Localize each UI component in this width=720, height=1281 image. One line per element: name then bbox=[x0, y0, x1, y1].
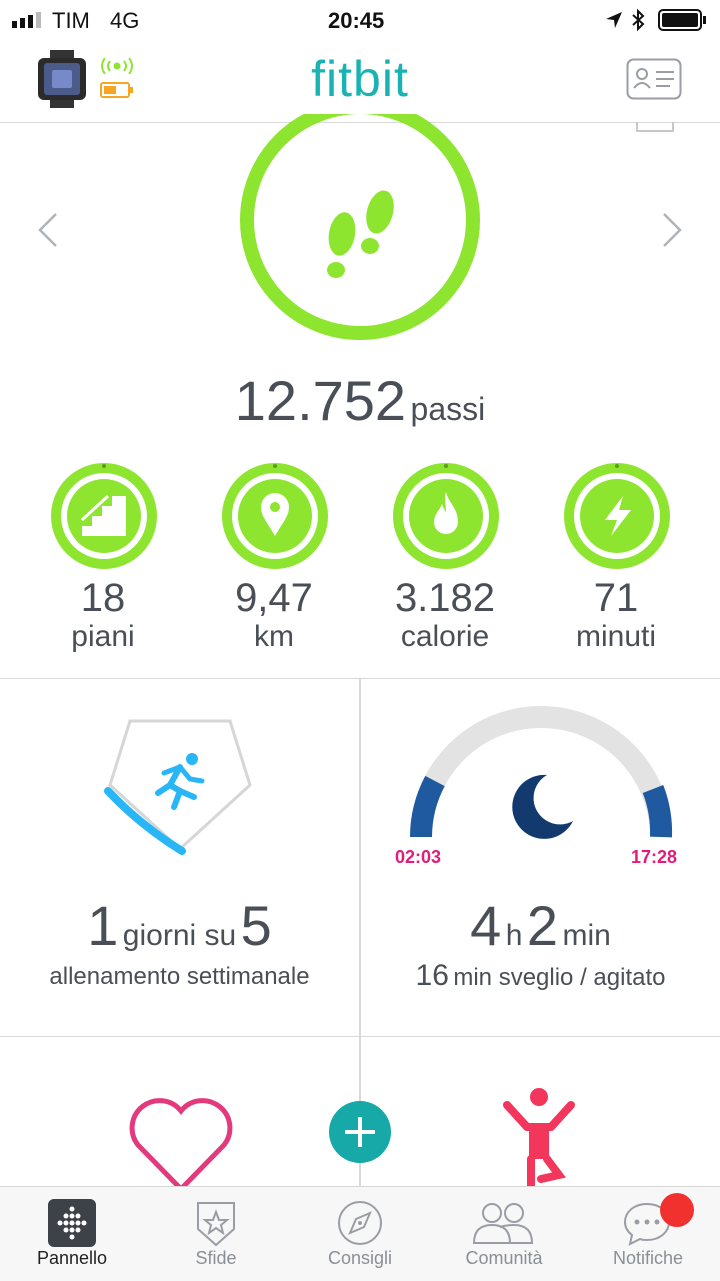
status-bar: TIM 4G 20:45 bbox=[0, 0, 720, 40]
lightning-icon bbox=[605, 496, 631, 536]
clock: 20:45 bbox=[328, 8, 385, 33]
exercise-count: 1 bbox=[87, 894, 119, 957]
tab-pannello[interactable]: Pannello bbox=[0, 1187, 144, 1281]
sleep-awake: 16 min sveglio / agitato bbox=[361, 959, 720, 993]
exercise-label: allenamento settimanale bbox=[49, 963, 310, 990]
floors-value: 18 bbox=[80, 576, 126, 620]
tab-sfide[interactable]: Sfide bbox=[144, 1187, 288, 1281]
tab-label: Notifiche bbox=[612, 1248, 684, 1268]
sleep-awake-value: 16 bbox=[415, 959, 449, 992]
bluetooth-icon bbox=[630, 8, 646, 37]
battery-icon bbox=[658, 8, 708, 37]
challenges-star-icon bbox=[197, 1202, 235, 1247]
metric-distance[interactable]: 9,47 km bbox=[189, 460, 359, 660]
notification-badge bbox=[660, 1193, 694, 1227]
tab-consigli[interactable]: Consigli bbox=[288, 1187, 432, 1281]
heart-icon bbox=[129, 1098, 233, 1186]
steps-value: 12.752 bbox=[234, 369, 407, 432]
metric-floors[interactable]: 18 piani bbox=[18, 460, 188, 660]
tab-label: Pannello bbox=[36, 1248, 108, 1268]
network-label: 4G bbox=[110, 8, 140, 33]
steps-unit: passi bbox=[410, 391, 486, 427]
profile-card-icon[interactable] bbox=[626, 58, 682, 105]
tab-notifiche[interactable]: Notifiche bbox=[576, 1187, 720, 1281]
steps-count: 12.752 passi bbox=[0, 368, 720, 433]
running-person-icon bbox=[155, 753, 205, 810]
calories-unit: calorie bbox=[400, 620, 490, 653]
distance-value: 9,47 bbox=[235, 576, 313, 620]
exercise-card[interactable]: 1 giorni su 5 allenamento settimanale bbox=[0, 679, 359, 1036]
location-pin-icon bbox=[261, 493, 289, 536]
hourly-activity-card[interactable] bbox=[361, 1037, 720, 1186]
bottom-tab-bar: Pannello Sfide Consigli Comunità Notific… bbox=[0, 1186, 720, 1281]
community-icon bbox=[472, 1203, 534, 1244]
sleep-minutes: 2 bbox=[526, 894, 559, 957]
signal-strength-icon bbox=[12, 12, 48, 28]
next-day-chevron-icon[interactable] bbox=[660, 210, 686, 255]
minutes-value: 71 bbox=[593, 576, 639, 620]
calories-value: 3.182 bbox=[394, 576, 496, 620]
location-arrow-icon bbox=[604, 10, 624, 35]
metric-calories[interactable]: 3.182 calorie bbox=[360, 460, 530, 660]
sleep-awake-text: min sveglio / agitato bbox=[453, 964, 666, 991]
heart-rate-card[interactable] bbox=[0, 1037, 359, 1186]
sleep-minutes-unit: min bbox=[562, 919, 611, 952]
floors-unit: piani bbox=[71, 620, 135, 653]
minutes-unit: minuti bbox=[575, 620, 657, 653]
compass-icon bbox=[338, 1201, 382, 1245]
sleep-duration: 4 h 2 min bbox=[361, 893, 720, 958]
standing-person-icon bbox=[503, 1088, 575, 1186]
previous-day-chevron-icon[interactable] bbox=[34, 210, 60, 255]
moon-icon bbox=[512, 774, 573, 839]
app-header: fitbit bbox=[0, 40, 720, 123]
carrier-label: TIM bbox=[52, 8, 90, 33]
flame-icon bbox=[434, 492, 458, 534]
sleep-end-time: 17:28 bbox=[631, 847, 678, 867]
sleep-hours: 4 bbox=[470, 894, 502, 957]
tab-label: Comunità bbox=[465, 1248, 543, 1268]
exercise-goal: 5 bbox=[240, 894, 272, 957]
distance-unit: km bbox=[254, 620, 294, 653]
sleep-start-time: 02:03 bbox=[395, 847, 442, 867]
fitbit-logo: fitbit bbox=[311, 51, 409, 107]
sleep-card[interactable]: 02:03 17:28 4 h 2 min 16 min sveglio / a… bbox=[361, 679, 720, 1036]
metric-active-minutes[interactable]: 71 minuti bbox=[531, 460, 701, 660]
tab-label: Consigli bbox=[327, 1248, 393, 1268]
sleep-hours-unit: h bbox=[505, 919, 523, 952]
stairs-icon bbox=[80, 494, 126, 536]
exercise-middle-text: giorni su bbox=[122, 919, 237, 952]
exercise-summary: 1 giorni su 5 bbox=[0, 893, 359, 958]
footprints-icon bbox=[318, 190, 402, 287]
tab-label: Sfide bbox=[195, 1248, 237, 1268]
dashboard-icon bbox=[48, 1199, 96, 1247]
tab-comunita[interactable]: Comunità bbox=[432, 1187, 576, 1281]
edit-handle-icon[interactable] bbox=[636, 122, 674, 132]
